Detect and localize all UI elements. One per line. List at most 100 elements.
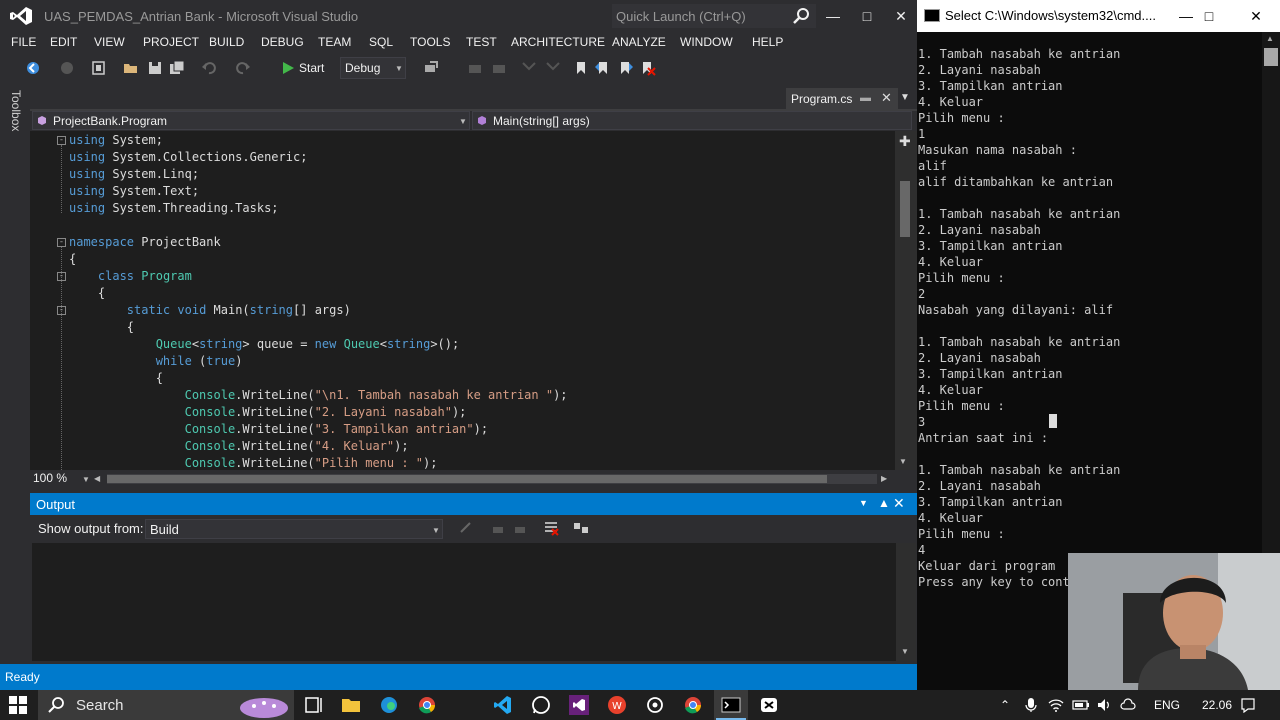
battery-icon[interactable] [1072,698,1090,712]
bookmark-icon[interactable] [572,59,590,77]
code-line[interactable]: while (true) [69,353,243,370]
word-wrap-icon[interactable] [572,519,590,537]
panel-menu-icon[interactable]: ▼ [859,498,868,508]
open-folder-icon[interactable] [122,59,140,77]
menu-build[interactable]: BUILD [209,35,244,49]
menu-analyze[interactable]: ANALYZE [612,35,666,49]
code-line[interactable]: using System.Collections.Generic; [69,149,307,166]
windows-start-icon[interactable] [9,696,27,714]
language-indicator[interactable]: ENG [1154,698,1180,712]
code-line[interactable]: using System; [69,132,163,149]
forward-icon[interactable] [58,59,76,77]
close-icon[interactable]: ✕ [888,4,914,28]
clear-all-icon[interactable] [542,519,560,537]
zoom-level[interactable]: 100 % [33,471,67,485]
scroll-right-icon[interactable]: ▶ [881,474,887,483]
code-line[interactable]: Console.WriteLine("Pilih menu : "); [69,455,438,470]
chrome-icon[interactable] [414,693,440,717]
menu-tools[interactable]: TOOLS [410,35,450,49]
collapse-usings-icon[interactable]: - [57,136,66,145]
file-explorer-icon[interactable] [338,693,364,717]
visual-studio-icon[interactable] [566,693,592,717]
find-message-icon[interactable] [458,520,474,536]
maximize-icon[interactable]: □ [1196,4,1222,28]
toolbar-disabled-icon[interactable] [490,59,508,77]
menu-file[interactable]: FILE [11,35,36,49]
collapse-class-icon[interactable]: - [57,272,66,281]
output-text-area[interactable] [32,543,896,661]
clock[interactable]: 22.06 [1202,698,1232,712]
taskbar-search-box[interactable]: Search [38,690,294,720]
toolbar-disabled-icon[interactable] [466,59,484,77]
next-message-icon[interactable] [512,520,528,536]
undo-icon[interactable] [200,59,218,77]
member-dropdown[interactable]: Main(string[] args) [472,111,912,130]
notification-icon[interactable] [1240,697,1256,713]
scrollbar-thumb[interactable] [107,475,827,483]
code-line[interactable]: { [69,285,105,302]
collapse-method-icon[interactable]: - [57,306,66,315]
chrome-profile-icon[interactable] [680,693,706,717]
back-icon[interactable] [24,59,42,77]
redo-icon[interactable] [234,59,252,77]
code-line[interactable]: using System.Linq; [69,166,199,183]
type-dropdown[interactable]: ProjectBank.Program ▼ [32,111,470,130]
code-editor[interactable]: - - - - using System; using System.Collec… [30,131,895,470]
cmd-icon[interactable] [718,693,744,717]
pin-icon[interactable]: ▬ [860,92,871,104]
comment-icon[interactable] [520,59,538,77]
menu-team[interactable]: TEAM [318,35,351,49]
code-line[interactable]: Console.WriteLine("4. Keluar"); [69,438,409,455]
previous-message-icon[interactable] [490,520,506,536]
code-line[interactable]: { [69,370,163,387]
editor-vertical-scrollbar[interactable]: ✚ ▼ [895,131,917,470]
solution-configuration-dropdown[interactable]: Debug ▼ [340,57,406,79]
pin-icon[interactable]: ▲ [878,496,890,510]
save-all-icon[interactable] [168,59,186,77]
scroll-down-icon[interactable]: ▼ [899,457,907,466]
zoom-dropdown-icon[interactable]: ▼ [82,475,90,484]
menu-architecture[interactable]: ARCHITECTURE [511,35,605,49]
output-scrollbar[interactable]: ▼ [896,543,916,661]
search-icon[interactable] [792,6,812,26]
scroll-down-icon[interactable]: ▼ [901,647,909,656]
editor-horizontal-scrollbar[interactable] [107,474,877,484]
code-line[interactable]: { [69,319,134,336]
clear-bookmarks-icon[interactable] [638,59,656,77]
close-panel-icon[interactable]: ✕ [893,495,905,512]
code-line[interactable]: Queue<string> queue = new Queue<string>(… [69,336,460,353]
code-line[interactable]: Console.WriteLine("3. Tampilkan antrian"… [69,421,488,438]
code-line[interactable]: using System.Text; [69,183,199,200]
menu-test[interactable]: TEST [466,35,497,49]
scrollbar-thumb[interactable] [1264,48,1278,66]
save-icon[interactable] [146,59,164,77]
menu-window[interactable]: WINDOW [680,35,733,49]
menu-help[interactable]: HELP [752,35,783,49]
quick-launch-input[interactable]: Quick Launch (Ctrl+Q) [612,4,816,28]
next-bookmark-icon[interactable] [616,59,634,77]
close-icon[interactable]: ✕ [1243,4,1269,28]
code-line[interactable]: { [69,251,76,268]
wifi-icon[interactable] [1048,697,1064,713]
vscode-icon[interactable] [490,693,516,717]
menu-project[interactable]: PROJECT [143,35,199,49]
uncomment-icon[interactable] [544,59,562,77]
close-tab-icon[interactable]: ✕ [881,90,892,106]
minimize-icon[interactable]: — [820,4,846,28]
code-line[interactable]: Console.WriteLine("\n1. Tambah nasabah k… [69,387,568,404]
output-source-dropdown[interactable]: Build ▼ [145,519,443,539]
tab-program-cs[interactable]: Program.cs ▬ ✕ [786,88,898,110]
menu-sql[interactable]: SQL [369,35,393,49]
show-hidden-icons-icon[interactable]: ⌃ [1000,698,1010,712]
new-project-icon[interactable] [90,59,108,77]
split-window-icon[interactable]: ✚ [899,133,911,150]
capcut-icon[interactable] [756,693,782,717]
cloud-sync-icon[interactable] [1120,697,1136,713]
menu-edit[interactable]: EDIT [50,35,77,49]
code-line[interactable]: static void Main(string[] args) [69,302,351,319]
maximize-icon[interactable]: □ [854,4,880,28]
previous-bookmark-icon[interactable] [594,59,612,77]
volume-icon[interactable] [1096,697,1112,713]
openai-icon[interactable] [642,693,668,717]
collapse-namespace-icon[interactable]: - [57,238,66,247]
